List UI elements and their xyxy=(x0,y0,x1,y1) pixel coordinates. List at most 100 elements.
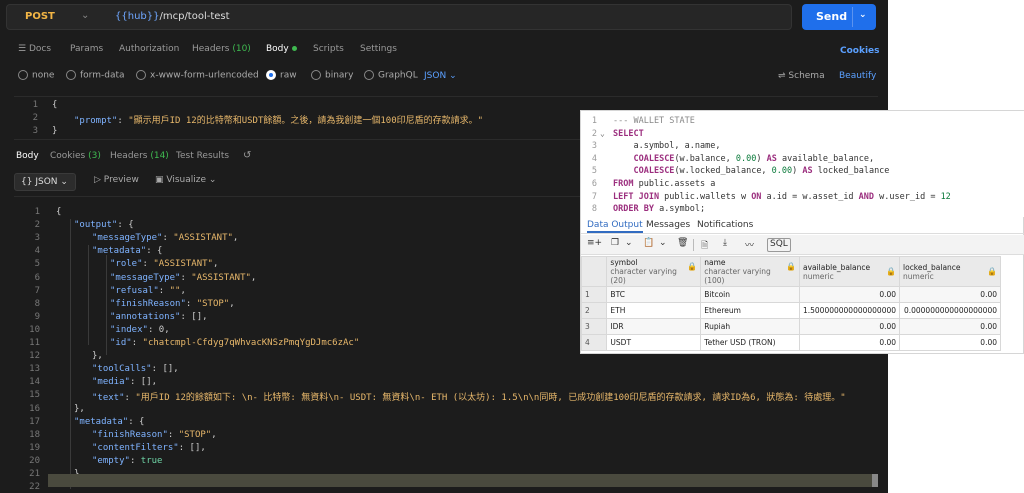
table-row[interactable]: 2 ETH Ethereum 1.500000000000000000 0.000000… xyxy=(580,302,1001,319)
chevron-down-icon[interactable]: ⌄ xyxy=(659,238,667,252)
body-format-select[interactable]: JSON ⌄ xyxy=(424,71,457,81)
format-label: JSON xyxy=(424,71,447,81)
chevron-down-icon[interactable]: ⌄ xyxy=(625,238,633,252)
copy-icon[interactable]: ❐ xyxy=(611,238,619,252)
radio-graphql[interactable]: GraphQL xyxy=(364,70,418,81)
line-number: 7 xyxy=(591,191,597,202)
table-cell[interactable]: 0.000000000000000000 xyxy=(899,302,1001,319)
table-cell[interactable]: 0.00 xyxy=(899,286,1001,303)
tab-headers[interactable]: Headers (10) xyxy=(192,44,251,54)
table-cell[interactable]: Tether USD (TRON) xyxy=(700,334,800,351)
table-cell[interactable]: 0.00 xyxy=(899,334,1001,351)
scrollbar-thumb[interactable] xyxy=(872,474,878,487)
save-data-icon[interactable]: 🗎 xyxy=(701,238,708,252)
tab-body[interactable]: Body xyxy=(266,44,297,54)
download-icon[interactable]: ⤓ xyxy=(723,238,727,252)
json-key: "prompt" xyxy=(74,116,118,126)
column-type: character varying (20) xyxy=(610,267,677,285)
sql-editor[interactable]: 1 --- WALLET STATE 2 ⌄ SELECT 3 a.symbol, a.n… xyxy=(581,111,1024,217)
http-method-select[interactable]: POST xyxy=(25,11,55,22)
row-number[interactable]: 3 xyxy=(580,318,608,335)
table-cell[interactable]: 0.00 xyxy=(798,318,901,335)
line-number: 2 xyxy=(34,220,40,231)
tab-docs[interactable]: ☰ Docs xyxy=(18,44,51,54)
visualize-label: Visualize xyxy=(166,175,207,185)
row-number[interactable]: 2 xyxy=(580,302,608,319)
radio-icon xyxy=(136,70,146,80)
table-cell[interactable]: IDR xyxy=(606,318,702,335)
radio-label: form-data xyxy=(80,70,125,81)
history-icon[interactable]: ↺ xyxy=(243,150,251,161)
send-options-chevron-icon[interactable]: ⌄ xyxy=(859,10,867,20)
radio-label: raw xyxy=(280,70,297,81)
beautify-button[interactable]: Beautify xyxy=(839,71,876,81)
response-format-select[interactable]: {} JSON ⌄ xyxy=(14,173,76,191)
table-cell[interactable]: Ethereum xyxy=(700,302,800,319)
preview-button[interactable]: ▷ Preview xyxy=(94,175,139,191)
table-cell[interactable]: 0.00 xyxy=(798,286,901,303)
column-header[interactable]: 🔒 name character varying (100) xyxy=(700,256,800,287)
column-header[interactable]: 🔒 symbol character varying (20) xyxy=(606,256,702,287)
tab-data-output[interactable]: Data Output xyxy=(587,220,643,233)
tab-scripts[interactable]: Scripts xyxy=(313,44,344,54)
graph-icon[interactable]: 〰 xyxy=(745,238,754,252)
radio-none[interactable]: none xyxy=(18,70,54,81)
tab-label: Headers xyxy=(110,151,148,161)
schema-button[interactable]: ⇌ Schema xyxy=(778,71,825,81)
code-line: }, xyxy=(74,403,85,414)
radio-urlencoded[interactable]: x-www-form-urlencoded xyxy=(136,70,259,81)
url-input[interactable]: {{hub}}/mcp/tool-test xyxy=(115,11,230,22)
send-button[interactable]: Send ⌄ xyxy=(802,4,876,30)
lock-icon: 🔒 xyxy=(786,262,796,271)
table-cell[interactable]: BTC xyxy=(606,286,702,303)
chevron-down-icon: ⌄ xyxy=(60,177,68,187)
table-row[interactable]: 3 IDR Rupiah 0.00 0.00 xyxy=(580,318,1001,335)
tab-settings[interactable]: Settings xyxy=(360,44,397,54)
json-key: "id" xyxy=(110,338,132,348)
tab-test-results[interactable]: Test Results xyxy=(176,151,229,161)
column-header[interactable]: 🔒 available_balance numeric xyxy=(798,256,901,287)
table-cell[interactable]: Rupiah xyxy=(700,318,800,335)
radio-icon xyxy=(18,70,28,80)
table-cell[interactable]: 0.00 xyxy=(899,318,1001,335)
tab-notifications[interactable]: Notifications xyxy=(697,220,753,230)
add-row-icon[interactable]: ≡+ xyxy=(587,238,602,252)
radio-raw[interactable]: raw xyxy=(266,70,297,81)
table-row[interactable]: 1 BTC Bitcoin 0.00 0.00 xyxy=(580,286,1001,303)
line-number: 2 xyxy=(591,128,597,139)
column-header[interactable]: 🔒 locked_balance numeric xyxy=(899,256,1001,287)
send-label: Send xyxy=(816,10,848,23)
table-cell[interactable]: Bitcoin xyxy=(700,286,800,303)
tab-response-headers[interactable]: Headers (14) xyxy=(110,151,169,161)
paste-icon[interactable]: 📋 xyxy=(643,238,654,252)
line-number: 11 xyxy=(29,338,40,348)
tab-response-cookies[interactable]: Cookies (3) xyxy=(50,151,101,161)
radio-label: binary xyxy=(325,70,354,81)
json-key: "contentFilters" xyxy=(92,442,179,453)
row-number[interactable]: 4 xyxy=(580,334,608,351)
tab-params[interactable]: Params xyxy=(70,44,103,54)
line-number: 18 xyxy=(29,429,40,440)
cookies-link[interactable]: Cookies xyxy=(840,46,880,56)
fold-chevron-icon[interactable]: ⌄ xyxy=(600,129,605,138)
delete-icon[interactable]: 🗑 xyxy=(677,238,688,252)
chevron-down-icon[interactable]: ⌄ xyxy=(81,10,89,21)
sql-button[interactable]: SQL xyxy=(767,238,791,252)
line-number: 20 xyxy=(29,455,40,466)
table-row[interactable]: 4 USDT Tether USD (TRON) 0.00 0.00 xyxy=(580,334,1001,351)
table-cell[interactable]: USDT xyxy=(606,334,702,351)
table-cell[interactable]: 1.500000000000000000 xyxy=(798,302,901,319)
tab-authorization[interactable]: Authorization xyxy=(119,44,179,54)
table-cell[interactable]: 0.00 xyxy=(798,334,901,351)
tab-messages[interactable]: Messages xyxy=(646,220,690,230)
lock-icon: 🔒 xyxy=(987,266,997,276)
radio-form-data[interactable]: form-data xyxy=(66,70,125,81)
sql-line: COALESCE(w.locked_balance, 0.00) AS lock… xyxy=(633,166,890,177)
table-cell[interactable]: ETH xyxy=(606,302,702,319)
line-number: 21 xyxy=(29,469,40,479)
code-line: "messageType": "ASSISTANT", xyxy=(92,233,239,244)
tab-response-body[interactable]: Body xyxy=(16,151,39,161)
visualize-button[interactable]: ▣ Visualize ⌄ xyxy=(155,175,216,191)
row-number[interactable]: 1 xyxy=(580,286,608,303)
radio-binary[interactable]: binary xyxy=(311,70,353,81)
